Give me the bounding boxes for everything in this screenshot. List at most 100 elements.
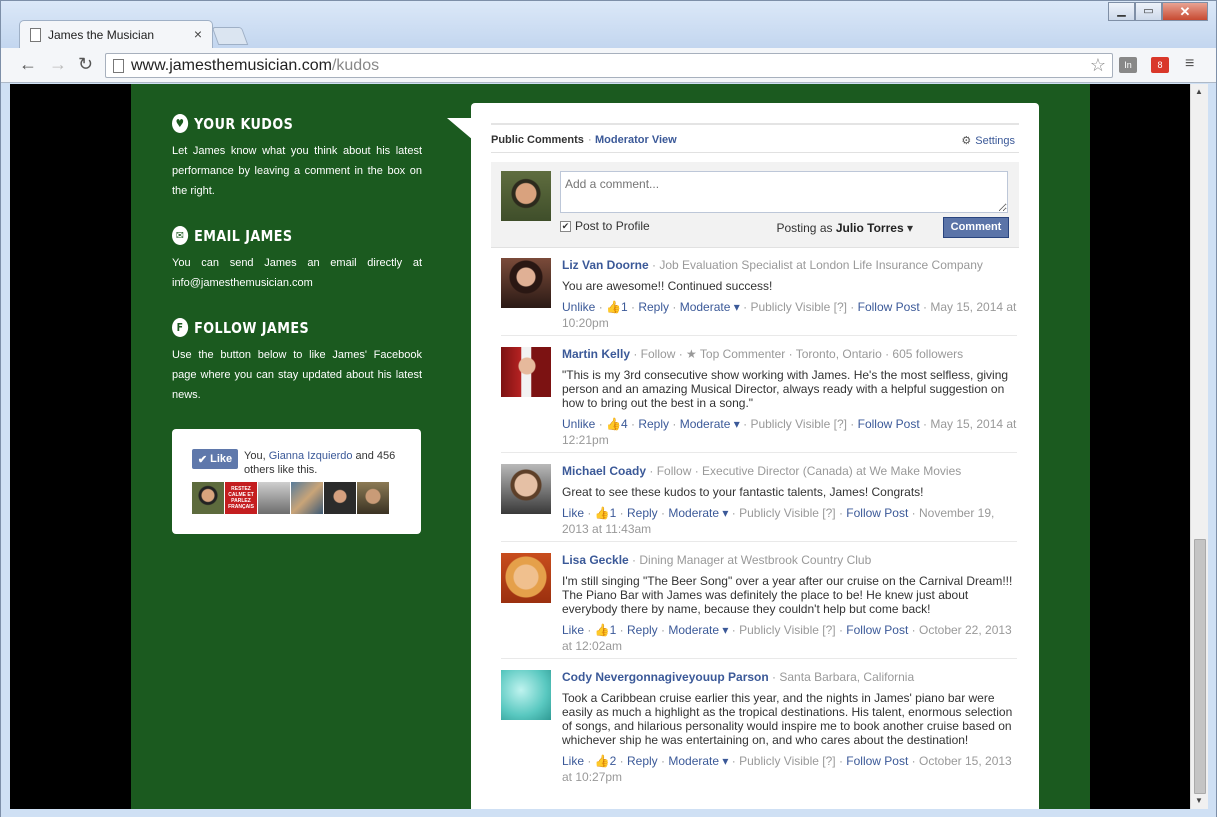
commenter-meta: · Follow · ★ Top Commenter · Toronto, On… bbox=[630, 347, 964, 361]
title-bar: James the Musician × ▁ ▭ ✕ bbox=[1, 1, 1216, 49]
commenter-name[interactable]: Lisa Geckle bbox=[562, 553, 629, 567]
comment-item: Cody Nevergonnagiveyouup Parson · Santa … bbox=[501, 670, 1017, 809]
browser-tab[interactable]: James the Musician × bbox=[19, 20, 213, 49]
scroll-down-arrow-icon[interactable]: ▼ bbox=[1195, 796, 1203, 805]
commenter-avatar[interactable] bbox=[501, 670, 551, 720]
thumbs-up-icon: ✔ bbox=[197, 453, 208, 466]
posting-as[interactable]: Posting as Julio Torres ▾ bbox=[776, 221, 913, 235]
reply-link[interactable]: Reply bbox=[627, 623, 658, 637]
friend-avatar[interactable]: RESTEZ CALME ET PARLEZ FRANÇAIS bbox=[225, 482, 257, 514]
commenter-avatar[interactable] bbox=[501, 258, 551, 308]
friend-link[interactable]: Gianna Izquierdo bbox=[269, 450, 353, 462]
tab-moderator-view[interactable]: Moderator View bbox=[595, 134, 677, 146]
comment-text: I'm still singing "The Beer Song" over a… bbox=[562, 574, 1013, 616]
tab-close-icon[interactable]: × bbox=[194, 26, 202, 42]
section-title: Follow James bbox=[194, 318, 310, 337]
follow-post-link[interactable]: Follow Post bbox=[858, 300, 920, 314]
like-toggle[interactable]: Unlike bbox=[562, 300, 595, 314]
moderate-menu[interactable]: Moderate ▾ bbox=[680, 417, 740, 431]
back-arrow-icon[interactable]: ← bbox=[19, 54, 37, 75]
new-tab-button[interactable] bbox=[211, 27, 249, 45]
reload-icon[interactable]: ↻ bbox=[78, 54, 93, 75]
page-icon bbox=[30, 28, 41, 42]
vertical-scrollbar[interactable]: ▲ ▼ bbox=[1190, 84, 1208, 809]
commenter-avatar[interactable] bbox=[501, 347, 551, 397]
reply-link[interactable]: Reply bbox=[638, 300, 669, 314]
envelope-icon: ✉ bbox=[172, 226, 189, 245]
checkbox[interactable]: ✔ bbox=[560, 220, 571, 232]
close-window-icon[interactable]: ✕ bbox=[1162, 2, 1208, 21]
follow-section: f Follow James Use the button below to li… bbox=[172, 318, 422, 405]
commenter-avatar[interactable] bbox=[501, 464, 551, 514]
like-toggle[interactable]: Like bbox=[562, 506, 584, 520]
friend-avatar[interactable] bbox=[324, 482, 356, 514]
comment-text: "This is my 3rd consecutive show working… bbox=[562, 368, 1009, 410]
commenter-name[interactable]: Liz Van Doorne bbox=[562, 258, 649, 272]
page-icon bbox=[113, 59, 124, 73]
commenter-name[interactable]: Cody Nevergonnagiveyouup Parson bbox=[562, 670, 769, 684]
post-to-profile[interactable]: ✔ Post to Profile bbox=[560, 219, 650, 233]
section-body: Use the button below to like James' Face… bbox=[172, 349, 422, 401]
comment-input[interactable] bbox=[560, 171, 1008, 213]
scrollbar-thumb[interactable] bbox=[1194, 539, 1206, 794]
comment-text: Great to see these kudos to your fantast… bbox=[562, 485, 924, 499]
reply-link[interactable]: Reply bbox=[627, 754, 658, 768]
address-bar[interactable]: www.jamesthemusician.com/kudos ☆ bbox=[105, 53, 1113, 78]
chevron-down-icon: ▾ bbox=[906, 221, 913, 235]
browser-window: James the Musician × ▁ ▭ ✕ ← → ↻ www.jam… bbox=[0, 0, 1217, 817]
comment-actions: Like · 👍1 · Reply · Moderate ▾ · Publicl… bbox=[562, 623, 1012, 653]
scroll-up-arrow-icon[interactable]: ▲ bbox=[1195, 87, 1203, 96]
like-toggle[interactable]: Like bbox=[562, 754, 584, 768]
like-toggle[interactable]: Like bbox=[562, 623, 584, 637]
section-body: Let James know what you think about his … bbox=[172, 145, 422, 197]
commenter-name[interactable]: Martin Kelly bbox=[562, 347, 630, 361]
tab-title: James the Musician bbox=[48, 28, 155, 42]
tab-public-comments[interactable]: Public Comments bbox=[491, 134, 584, 146]
kudos-section: ♥ Your Kudos Let James know what you thin… bbox=[172, 114, 422, 201]
follow-post-link[interactable]: Follow Post bbox=[858, 417, 920, 431]
moderate-menu[interactable]: Moderate ▾ bbox=[668, 623, 728, 637]
minimize-icon[interactable]: ▁ bbox=[1108, 2, 1135, 21]
like-summary: You, Gianna Izquierdo and 456 others lik… bbox=[244, 450, 396, 476]
extension-icon[interactable]: In bbox=[1119, 57, 1137, 73]
thumbs-up-icon: 👍 bbox=[594, 623, 610, 637]
settings-link[interactable]: ⚙ Settings bbox=[961, 134, 1015, 147]
like-toggle[interactable]: Unlike bbox=[562, 417, 595, 431]
user-avatar bbox=[501, 171, 551, 221]
moderate-menu[interactable]: Moderate ▾ bbox=[680, 300, 740, 314]
follow-post-link[interactable]: Follow Post bbox=[846, 506, 908, 520]
comment-button[interactable]: Comment bbox=[943, 217, 1009, 238]
commenter-name[interactable]: Michael Coady bbox=[562, 464, 646, 478]
reply-link[interactable]: Reply bbox=[638, 417, 669, 431]
comment-composer: ✔Post to Profile Posting as Julio Torres… bbox=[491, 162, 1019, 248]
comment-item: Michael Coady · Follow · Executive Direc… bbox=[501, 464, 1017, 542]
like-button[interactable]: ✔ Like bbox=[192, 449, 238, 469]
comment-item: Liz Van Doorne · Job Evaluation Speciali… bbox=[501, 258, 1017, 336]
window-frame-bottom bbox=[1, 809, 1216, 817]
page-viewport: ♥ Your Kudos Let James know what you thin… bbox=[10, 84, 1190, 809]
extension-icon-red[interactable]: 8 bbox=[1151, 57, 1169, 73]
moderate-menu[interactable]: Moderate ▾ bbox=[668, 506, 728, 520]
comment-actions: Like · 👍1 · Reply · Moderate ▾ · Publicl… bbox=[562, 506, 995, 536]
moderate-menu[interactable]: Moderate ▾ bbox=[668, 754, 728, 768]
friend-avatar[interactable] bbox=[258, 482, 290, 514]
follow-post-link[interactable]: Follow Post bbox=[846, 754, 908, 768]
friend-avatar[interactable] bbox=[357, 482, 389, 514]
menu-icon[interactable]: ≡ bbox=[1185, 55, 1194, 73]
thumbs-up-icon: 👍 bbox=[606, 417, 621, 431]
maximize-icon[interactable]: ▭ bbox=[1135, 2, 1162, 21]
commenter-avatar[interactable] bbox=[501, 553, 551, 603]
follow-post-link[interactable]: Follow Post bbox=[846, 623, 908, 637]
forward-arrow-icon[interactable]: → bbox=[49, 54, 67, 75]
friend-faces: RESTEZ CALME ET PARLEZ FRANÇAIS bbox=[192, 482, 389, 514]
friend-avatar[interactable] bbox=[192, 482, 224, 514]
comment-text: Took a Caribbean cruise earlier this yea… bbox=[562, 691, 1013, 747]
email-section: ✉ Email James You can send James an email… bbox=[172, 226, 422, 293]
reply-link[interactable]: Reply bbox=[627, 506, 658, 520]
facebook-icon: f bbox=[172, 318, 189, 337]
section-title: Email James bbox=[194, 226, 293, 245]
bookmark-star-icon[interactable]: ☆ bbox=[1090, 55, 1106, 76]
friend-avatar[interactable] bbox=[291, 482, 323, 514]
commenter-meta: · Santa Barbara, California bbox=[768, 670, 915, 684]
url-text: www.jamesthemusician.com/kudos bbox=[131, 57, 380, 74]
